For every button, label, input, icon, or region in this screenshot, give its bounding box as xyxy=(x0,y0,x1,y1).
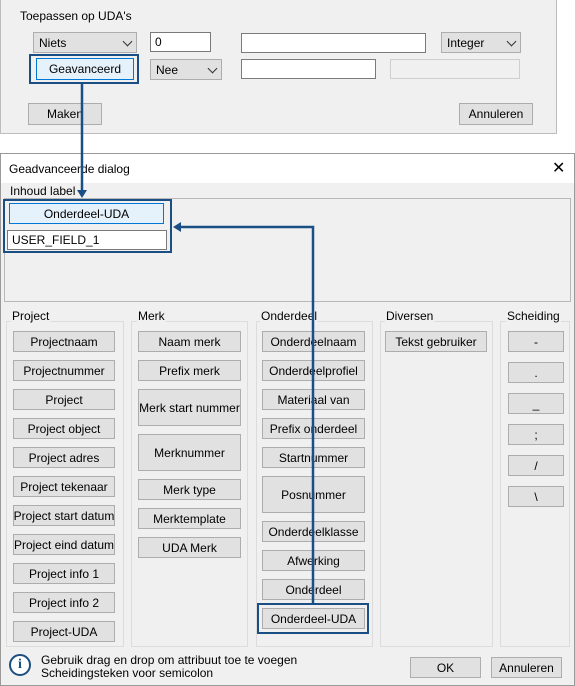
merk-group-label: Merk xyxy=(137,309,166,323)
niets-combo[interactable]: Niets xyxy=(33,32,137,53)
project-group-label: Project xyxy=(11,309,51,323)
integer-combo[interactable]: Integer xyxy=(441,32,521,53)
merk-item-merk-type[interactable]: Merk type xyxy=(138,479,241,500)
onderdeel-item-onderdeel[interactable]: Onderdeel xyxy=(262,579,365,600)
text-input-2[interactable] xyxy=(241,59,376,79)
project-item-project-uda[interactable]: Project-UDA xyxy=(13,621,115,642)
info-icon-glyph: i xyxy=(18,657,22,672)
scheiding-item-slash[interactable]: / xyxy=(508,455,564,476)
value-input[interactable]: 0 xyxy=(150,32,211,52)
info-line-1: Gebruik drag en drop om attribuut toe te… xyxy=(41,653,298,667)
integer-combo-value: Integer xyxy=(447,35,485,50)
merk-item-prefix-merk[interactable]: Prefix merk xyxy=(138,360,241,381)
scheiding-item-dash[interactable]: - xyxy=(508,331,564,352)
info-icon: i xyxy=(9,654,31,676)
project-item-project-info-2[interactable]: Project info 2 xyxy=(13,592,115,613)
merk-item-merknummer[interactable]: Merknummer xyxy=(138,434,241,471)
project-item-project[interactable]: Project xyxy=(13,389,115,410)
content-label: Inhoud label xyxy=(10,184,76,198)
apply-uda-label: Toepassen op UDA's xyxy=(20,9,132,23)
info-line-2: Scheidingsteken voor semicolon xyxy=(41,666,214,680)
project-item-project-object[interactable]: Project object xyxy=(13,418,115,439)
onderdeel-item-afwerking[interactable]: Afwerking xyxy=(262,550,365,571)
merk-item-uda-merk[interactable]: UDA Merk xyxy=(138,537,241,558)
onderdeel-item-posnummer[interactable]: Posnummer xyxy=(262,476,365,513)
scheiding-item-dot[interactable]: . xyxy=(508,362,564,383)
project-item-project-adres[interactable]: Project adres xyxy=(13,447,115,468)
diversen-group-label: Diversen xyxy=(385,309,435,323)
make-button[interactable]: Maken xyxy=(28,103,102,125)
project-item-project-info-1[interactable]: Project info 1 xyxy=(13,563,115,584)
nee-combo-value: Nee xyxy=(156,62,179,77)
scheiding-item-backslash[interactable]: \ xyxy=(508,486,564,507)
onderdeel-item-startnummer[interactable]: Startnummer xyxy=(262,447,365,468)
scheiding-item-underscore[interactable]: _ xyxy=(508,393,564,414)
onderdeel-item-onderdeelklasse[interactable]: Onderdeelklasse xyxy=(262,521,365,542)
project-item-projectnummer[interactable]: Projectnummer xyxy=(13,360,115,381)
chevron-down-icon xyxy=(207,63,218,73)
project-item-projectnaam[interactable]: Projectnaam xyxy=(13,331,115,352)
text-input-3 xyxy=(390,59,520,79)
merk-item-merk-start-nummer[interactable]: Merk start nummer xyxy=(138,389,241,426)
onderdeel-uda-highlight xyxy=(257,603,369,634)
diversen-group xyxy=(380,321,493,647)
scheiding-item-semicolon[interactable]: ; xyxy=(508,424,564,445)
niets-combo-value: Niets xyxy=(39,35,67,50)
dialog-title: Geadvanceerde dialog xyxy=(9,162,130,176)
text-input-1[interactable] xyxy=(241,33,426,53)
dialog-cancel-button[interactable]: Annuleren xyxy=(491,657,562,678)
onderdeel-item-onderdeelprofiel[interactable]: Onderdeelprofiel xyxy=(262,360,365,381)
advanced-button-highlight xyxy=(29,54,139,84)
project-item-project-start-datum[interactable]: Project start datum xyxy=(13,505,115,526)
chevron-down-icon xyxy=(506,36,517,46)
diversen-item-tekst-gebruiker[interactable]: Tekst gebruiker xyxy=(385,331,487,352)
onderdeel-item-prefix-onderdeel[interactable]: Prefix onderdeel xyxy=(262,418,365,439)
merk-item-merktemplate[interactable]: Merktemplate xyxy=(138,508,241,529)
top-cancel-button[interactable]: Annuleren xyxy=(459,103,533,125)
ok-button[interactable]: OK xyxy=(410,657,481,678)
merk-item-naam-merk[interactable]: Naam merk xyxy=(138,331,241,352)
scheiding-group-label: Scheiding xyxy=(506,309,561,323)
chevron-down-icon xyxy=(122,36,133,46)
project-item-project-tekenaar[interactable]: Project tekenaar xyxy=(13,476,115,497)
content-highlight xyxy=(3,199,172,253)
project-item-project-eind-datum[interactable]: Project eind datum xyxy=(13,534,115,555)
nee-combo[interactable]: Nee xyxy=(150,59,222,80)
onderdeel-item-materiaal-van[interactable]: Materiaal van xyxy=(262,389,365,410)
onderdeel-item-onderdeelnaam[interactable]: Onderdeelnaam xyxy=(262,331,365,352)
close-icon[interactable]: ✕ xyxy=(552,158,565,178)
onderdeel-group-label: Onderdeel xyxy=(260,309,319,323)
